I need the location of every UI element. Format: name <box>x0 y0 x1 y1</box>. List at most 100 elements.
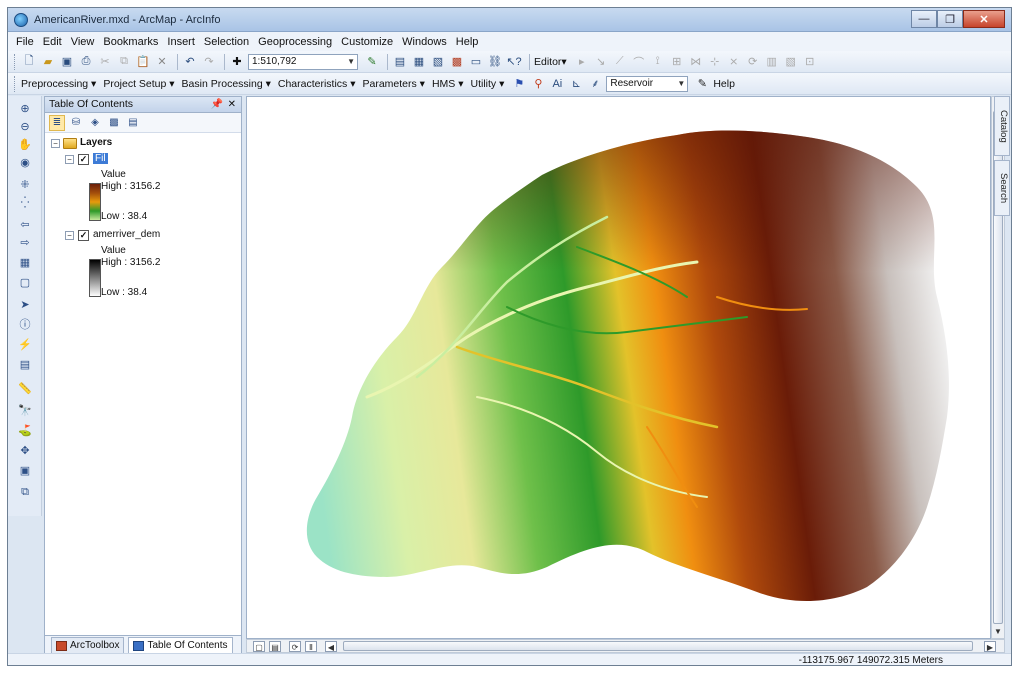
copy-icon[interactable]: ⧉ <box>116 54 132 70</box>
undo-icon[interactable]: ↶ <box>182 54 198 70</box>
close-icon[interactable]: ✕ <box>228 97 236 112</box>
hyperlink-icon[interactable]: ⚡ <box>17 336 33 352</box>
menu-view[interactable]: View <box>71 36 95 48</box>
zoom-out-icon[interactable]: ⊖ <box>17 118 33 134</box>
toolbar-grip[interactable] <box>14 53 17 70</box>
data-view-icon[interactable]: ▢ <box>253 641 265 652</box>
create-viewer-window-icon[interactable]: ⧉ <box>17 484 33 500</box>
attributes-icon[interactable]: ▥ <box>764 54 780 70</box>
python-window-icon[interactable]: ▭ <box>468 54 484 70</box>
select-features-icon[interactable]: ▦ <box>17 254 33 270</box>
close-button[interactable]: ✕ <box>963 10 1005 28</box>
layout-view-icon[interactable]: ▤ <box>269 641 281 652</box>
identify-icon[interactable]: ⸙ <box>587 76 603 92</box>
list-by-drawing-order-icon[interactable]: ≣ <box>49 114 65 131</box>
basin-processing-menu[interactable]: Basin Processing ▾ <box>182 78 271 90</box>
scroll-down-icon[interactable]: ▼ <box>992 626 1004 638</box>
rotate-icon[interactable]: ⟳ <box>745 54 761 70</box>
cut-polygons-icon[interactable]: ⊹ <box>707 54 723 70</box>
map-horizontal-scrollbar[interactable]: ▢ ▤ ⟳ Ⅱ ◀ ▶ <box>246 639 1005 653</box>
zoom-in-icon[interactable]: ⊕ <box>17 100 33 116</box>
toc-options-icon[interactable]: ▤ <box>125 115 141 131</box>
find-icon[interactable]: 🔭 <box>17 402 33 418</box>
go-forward-icon[interactable]: ⇨ <box>17 234 33 250</box>
hms-menu[interactable]: HMS ▾ <box>432 78 464 90</box>
menu-selection[interactable]: Selection <box>204 36 249 48</box>
html-popup-icon[interactable]: ▤ <box>17 356 33 372</box>
menu-bookmarks[interactable]: Bookmarks <box>103 36 158 48</box>
save-icon[interactable]: ▣ <box>59 54 75 70</box>
create-features-icon[interactable]: ⊡ <box>802 54 818 70</box>
elevation-raster-map[interactable] <box>247 97 991 639</box>
editor-menu[interactable]: Editor▾ <box>534 56 567 68</box>
table-icon[interactable]: ▤ <box>392 54 408 70</box>
delete-icon[interactable]: ✕ <box>154 54 170 70</box>
preprocessing-menu[interactable]: Preprocessing ▾ <box>21 78 96 90</box>
list-by-source-icon[interactable]: ⛁ <box>68 115 84 131</box>
reshape-icon[interactable]: ⋈ <box>688 54 704 70</box>
identify-icon[interactable]: ⓘ <box>17 316 33 332</box>
layer-fil-checkbox[interactable]: ✓ <box>78 154 89 165</box>
open-folder-icon[interactable]: ▰ <box>40 54 56 70</box>
end-point-arc-icon[interactable]: ⌒ <box>631 54 647 70</box>
fixed-zoom-in-icon[interactable]: ⁜ <box>17 176 33 192</box>
menu-help[interactable]: Help <box>456 36 479 48</box>
find-route-icon[interactable]: ⛳ <box>17 422 33 438</box>
whats-this-icon[interactable]: ↖? <box>506 54 522 70</box>
minimize-button[interactable]: — <box>911 10 937 28</box>
toc-header[interactable]: Table Of Contents 📌 ✕ <box>45 97 241 113</box>
select-elements-icon[interactable]: ➤ <box>17 296 33 312</box>
menu-insert[interactable]: Insert <box>167 36 195 48</box>
new-document-icon[interactable]: 🗋 <box>21 54 37 70</box>
project-setup-menu[interactable]: Project Setup ▾ <box>103 78 174 90</box>
edit-vertices-icon[interactable]: ⊞ <box>669 54 685 70</box>
refresh-icon[interactable]: ⟳ <box>289 641 301 652</box>
map-display[interactable] <box>246 96 991 639</box>
print-icon[interactable]: ⎙ <box>78 54 94 70</box>
search-window-icon[interactable]: ▧ <box>430 54 446 70</box>
sketch-properties-icon[interactable]: ▧ <box>783 54 799 70</box>
model-builder-icon[interactable]: ⛓ <box>487 54 503 70</box>
menu-customize[interactable]: Customize <box>341 36 393 48</box>
edit-annotation-icon[interactable]: ↘ <box>593 54 609 70</box>
profile-graph-icon[interactable]: ⊾ <box>568 76 584 92</box>
list-by-selection-icon[interactable]: ▩ <box>106 115 122 131</box>
trace-icon[interactable]: ⟟ <box>650 54 666 70</box>
collapse-icon[interactable]: − <box>65 155 74 164</box>
menu-geoprocessing[interactable]: Geoprocessing <box>258 36 332 48</box>
catalog-icon[interactable]: ▦ <box>411 54 427 70</box>
time-slider-icon[interactable]: ▣ <box>17 462 33 478</box>
layer-dem-name[interactable]: amerriver_dem <box>93 229 160 240</box>
editor-toolbar-icon[interactable]: ✎ <box>364 54 380 70</box>
characteristics-menu[interactable]: Characteristics ▾ <box>278 78 356 90</box>
layer-dem-checkbox[interactable]: ✓ <box>78 230 89 241</box>
flow-path-icon[interactable]: ⚲ <box>530 76 546 92</box>
edit-tool-icon[interactable]: ▸ <box>574 54 590 70</box>
utility-menu[interactable]: Utility ▾ <box>470 78 504 90</box>
scroll-thumb[interactable] <box>343 641 973 651</box>
tab-catalog[interactable]: Catalog <box>994 96 1010 156</box>
split-icon[interactable]: ⨯ <box>726 54 742 70</box>
add-data-icon[interactable]: ✚ <box>229 54 245 70</box>
toolbox-icon[interactable]: ▩ <box>449 54 465 70</box>
pin-icon[interactable]: 📌 <box>211 97 223 112</box>
collapse-icon[interactable]: − <box>51 139 60 148</box>
measure-icon[interactable]: 📏 <box>17 380 33 396</box>
menu-edit[interactable]: Edit <box>43 36 62 48</box>
redo-icon[interactable]: ↷ <box>201 54 217 70</box>
map-scale-combo[interactable]: 1:510,792 ▼ <box>248 53 358 70</box>
menu-file[interactable]: File <box>16 36 34 48</box>
maximize-button[interactable]: ❐ <box>937 10 963 28</box>
cut-icon[interactable]: ✂ <box>97 54 113 70</box>
pause-drawing-icon[interactable]: Ⅱ <box>305 641 317 652</box>
layer-fil-name[interactable]: Fil <box>93 153 108 164</box>
paste-icon[interactable]: 📋 <box>135 54 151 70</box>
tab-search[interactable]: Search <box>994 160 1010 216</box>
title-bar[interactable]: AmericanRiver.mxd - ArcMap - ArcInfo — ❐… <box>8 8 1011 32</box>
fixed-zoom-out-icon[interactable]: ⁛ <box>17 194 33 210</box>
river-profile-icon[interactable]: Ai <box>549 76 565 92</box>
help-menu[interactable]: Help <box>713 78 735 90</box>
list-by-visibility-icon[interactable]: ◈ <box>87 115 103 131</box>
layer-combo[interactable]: Reservoir ▼ <box>606 75 689 92</box>
collapse-icon[interactable]: − <box>65 231 74 240</box>
